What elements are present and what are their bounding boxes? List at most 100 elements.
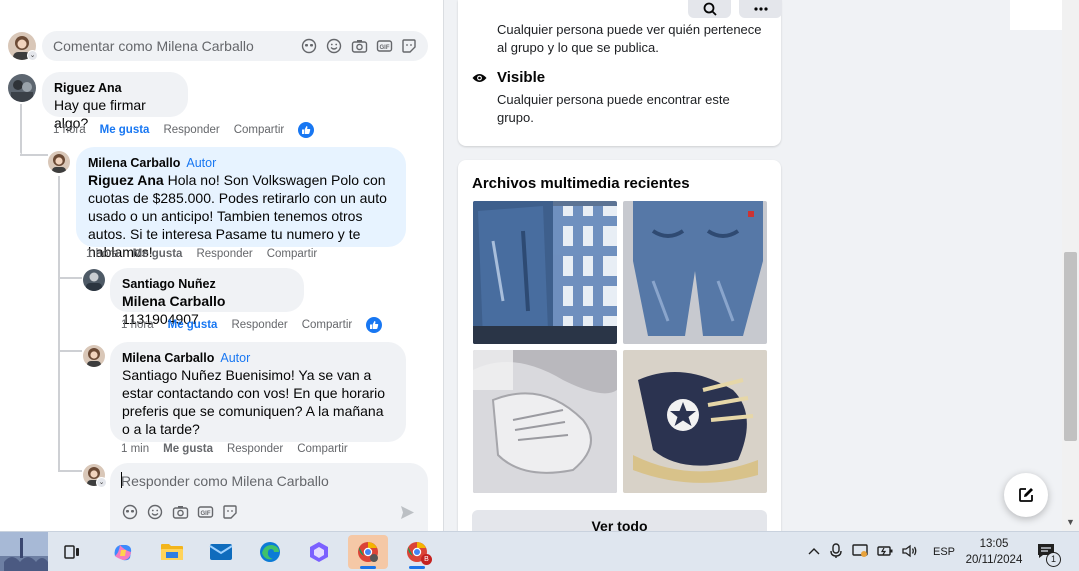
scrollbar-thumb[interactable] [1064, 252, 1077, 441]
avatar-sticker-icon[interactable] [300, 37, 318, 55]
scroll-down-arrow-icon[interactable]: ▼ [1066, 517, 1075, 527]
notification-count-badge: 1 [1046, 552, 1061, 567]
active-indicator [360, 566, 376, 569]
battery-charging-icon[interactable] [877, 545, 893, 560]
mention-link[interactable]: Milena Carballo [122, 293, 225, 309]
chevron-down-icon[interactable]: ⌄ [27, 50, 38, 61]
file-explorer-icon[interactable] [152, 535, 192, 569]
thread-line [58, 176, 60, 472]
emoji-icon[interactable] [146, 503, 164, 521]
sticker-icon[interactable] [221, 503, 239, 521]
comment-author[interactable]: Milena Carballo [88, 156, 180, 170]
copilot-app-icon[interactable] [299, 535, 339, 569]
reply-input[interactable]: Responder como Milena Carballo GIF [110, 463, 428, 531]
comment-bubble-author: Milena Carballo Autor Riguez Ana Hola no!… [76, 147, 406, 260]
share-button[interactable]: Compartir [302, 319, 352, 331]
compose-icon [1019, 488, 1033, 502]
like-button[interactable]: Me gusta [168, 319, 218, 331]
share-button[interactable]: Compartir [267, 248, 317, 260]
like-button[interactable]: Me gusta [163, 443, 213, 455]
comment-time[interactable]: 1 hora [121, 319, 154, 331]
emoji-icon[interactable] [325, 37, 343, 55]
media-thumbnail[interactable] [623, 201, 767, 344]
mail-icon[interactable] [201, 535, 241, 569]
thread-line [20, 154, 48, 156]
camera-icon[interactable] [171, 503, 189, 521]
avatar-milena[interactable] [83, 345, 105, 367]
chevron-up-icon[interactable] [808, 546, 820, 558]
thread-line [20, 104, 22, 154]
gif-icon[interactable]: GIF [196, 503, 214, 521]
widgets-weather-icon[interactable] [0, 532, 48, 571]
media-thumbnail[interactable] [473, 350, 617, 493]
microphone-icon[interactable] [829, 542, 843, 562]
comment-time[interactable]: 1 hora [53, 124, 86, 136]
display-recording-icon[interactable] [852, 543, 868, 561]
more-options-button[interactable] [739, 0, 782, 18]
comment-actions: 1 hora Me gusta Responder Compartir [86, 248, 317, 260]
chevron-down-icon[interactable]: ⌄ [96, 477, 107, 488]
comment-actions: 1 hora Me gusta Responder Compartir [121, 317, 383, 333]
reply-button[interactable]: Responder [231, 319, 287, 331]
clock-date: 20/11/2024 [965, 554, 1023, 566]
media-title: Archivos multimedia recientes [472, 175, 690, 192]
comments-feed: ⌄ Comentar como Milena Carballo GIF Rigu… [0, 0, 443, 531]
comment-bubble: Riguez Ana Hay que firmar algo? [42, 72, 188, 131]
about-card: Cualquier persona puede ver quién perten… [458, 0, 781, 146]
avatar-sticker-icon[interactable] [121, 503, 139, 521]
edge-browser-icon[interactable] [250, 535, 290, 569]
task-view-icon[interactable] [52, 535, 92, 569]
comment-actions: 1 hora Me gusta Responder Compartir [53, 122, 315, 138]
chrome-icon[interactable]: B [397, 535, 437, 569]
media-card: Archivos multimedia recientes Ver todo [458, 160, 781, 540]
search-button[interactable] [688, 0, 731, 18]
avatar-milena[interactable] [48, 151, 70, 173]
like-reaction-icon[interactable] [366, 317, 383, 333]
volume-icon[interactable] [902, 544, 918, 561]
camera-icon[interactable] [350, 37, 368, 55]
like-button[interactable]: Me gusta [133, 248, 183, 260]
clock-time: 13:05 [979, 538, 1009, 550]
like-button[interactable]: Me gusta [100, 124, 150, 136]
comment-time[interactable]: 1 min [121, 443, 149, 455]
send-icon[interactable] [398, 503, 416, 521]
gif-icon[interactable]: GIF [375, 37, 393, 55]
reply-placeholder: Responder como Milena Carballo [121, 473, 329, 489]
active-indicator [409, 566, 425, 569]
reply-button[interactable]: Responder [227, 443, 283, 455]
comment-text: Santiago Nuñez Buenisimo! Ya se van a es… [122, 367, 386, 437]
thread-line [58, 470, 82, 472]
comment-author[interactable]: Riguez Ana [54, 80, 176, 96]
avatar-santiago-nunez[interactable] [83, 269, 105, 291]
column-divider [443, 0, 444, 531]
comment-time[interactable]: 1 hora [86, 248, 119, 260]
comment-author[interactable]: Santiago Nuñez [122, 276, 292, 292]
comment-input[interactable]: Comentar como Milena Carballo GIF [42, 31, 428, 61]
chrome-profile-active-icon[interactable] [348, 535, 388, 569]
windows-taskbar: B ESP 13:05 20/11/2024 1 [0, 531, 1079, 571]
sticker-icon[interactable] [400, 37, 418, 55]
clock[interactable]: 13:05 20/11/2024 [958, 536, 1030, 568]
avatar-riguez-ana[interactable] [8, 74, 36, 102]
new-message-button[interactable] [1004, 473, 1048, 517]
like-reaction-icon[interactable] [298, 122, 315, 138]
comment-placeholder: Comentar como Milena Carballo [53, 38, 254, 54]
reply-button[interactable]: Responder [163, 124, 219, 136]
comment-bubble: Milena Carballo Autor Santiago Nuñez Buen… [110, 342, 406, 442]
comment-author[interactable]: Milena Carballo [122, 351, 214, 365]
comment-bubble: Santiago Nuñez Milena Carballo 113190490… [110, 268, 304, 327]
language-indicator[interactable]: ESP [933, 546, 955, 558]
media-thumbnail[interactable] [473, 201, 617, 344]
copilot-icon[interactable] [103, 535, 143, 569]
svg-text:GIF: GIF [379, 45, 389, 51]
reply-button[interactable]: Responder [196, 248, 252, 260]
chrome-profile-badge: B [421, 554, 432, 565]
media-thumbnail[interactable] [623, 350, 767, 493]
share-button[interactable]: Compartir [234, 124, 284, 136]
svg-text:GIF: GIF [200, 511, 210, 517]
share-button[interactable]: Compartir [297, 443, 347, 455]
mention-link[interactable]: Riguez Ana [88, 172, 164, 188]
author-badge: Autor [220, 351, 251, 365]
thread-line [58, 277, 82, 279]
author-badge: Autor [186, 156, 217, 170]
